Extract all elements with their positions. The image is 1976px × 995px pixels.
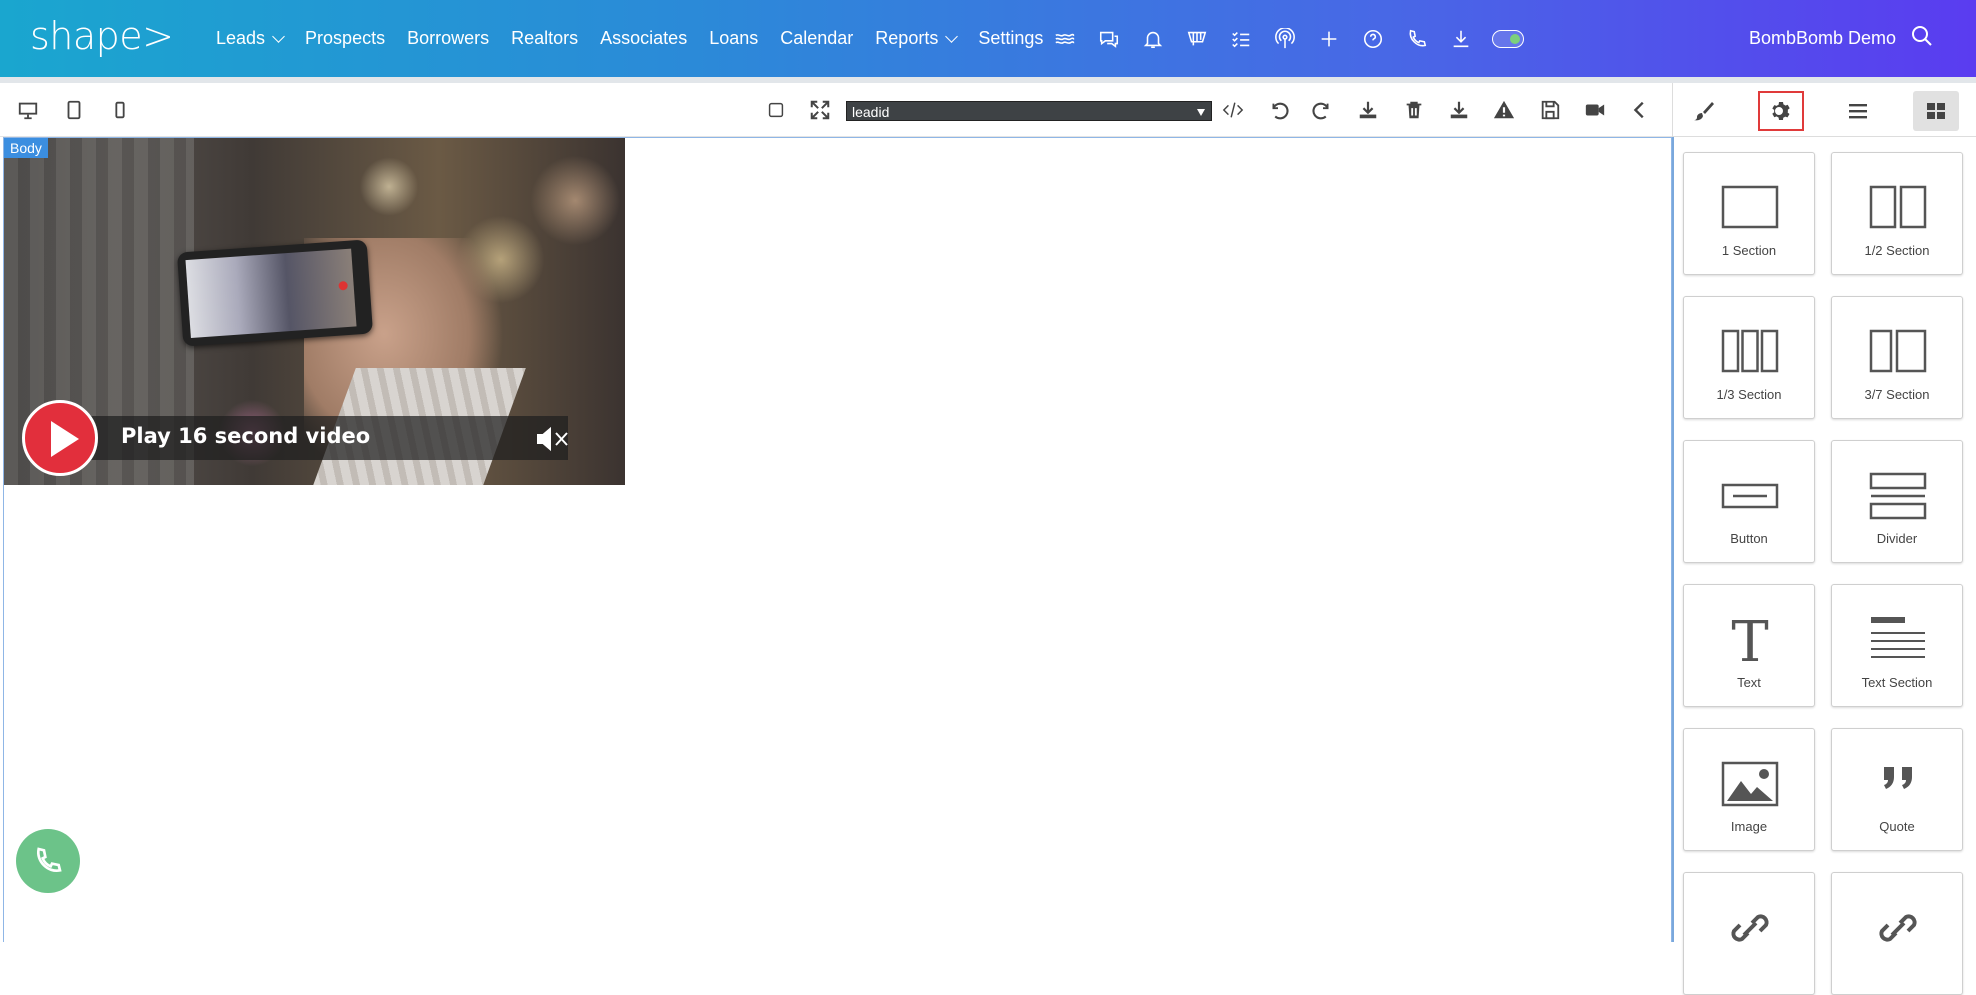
block-text-section[interactable]: Text Section — [1831, 584, 1963, 707]
broadcast-icon[interactable] — [1272, 26, 1298, 52]
button-block-icon — [1721, 483, 1779, 509]
block-link-2[interactable] — [1831, 872, 1963, 995]
block-label: Button — [1730, 531, 1768, 546]
main-menu: Leads Prospects Borrowers Realtors Assoc… — [216, 0, 1065, 77]
top-navigation: shape> Leads Prospects Borrowers Realtor… — [0, 0, 1976, 77]
text-section-icon — [1871, 617, 1925, 658]
block-button[interactable]: Button — [1683, 440, 1815, 563]
block-three-seven-section[interactable]: 3/7 Section — [1831, 296, 1963, 419]
blocks-panel: 1 Section 1/2 Section 1/3 Section 3/7 Se… — [1672, 137, 1976, 995]
block-1-section[interactable]: 1 Section — [1683, 152, 1815, 275]
block-link[interactable] — [1683, 872, 1815, 995]
nav-reports[interactable]: Reports — [875, 28, 959, 49]
link-icon — [1731, 914, 1769, 942]
nav-prospects[interactable]: Prospects — [305, 28, 385, 49]
collapse-icon[interactable] — [1626, 96, 1654, 124]
block-label: 1/2 Section — [1864, 243, 1930, 258]
mute-icon[interactable] — [536, 426, 572, 452]
divider-block-icon — [1869, 472, 1927, 520]
waves-icon[interactable] — [1052, 26, 1078, 52]
block-label: Divider — [1876, 531, 1918, 546]
block-label: 3/7 Section — [1864, 387, 1930, 402]
blocks-icon[interactable] — [1913, 91, 1959, 131]
megaphone-icon[interactable] — [1184, 26, 1210, 52]
three-seven-section-icon — [1869, 329, 1927, 373]
search-icon[interactable] — [1910, 24, 1934, 53]
nav-calendar[interactable]: Calendar — [780, 28, 853, 49]
link-icon — [1879, 914, 1917, 942]
video-icon[interactable] — [1581, 96, 1609, 124]
block-label: 1/3 Section — [1716, 387, 1782, 402]
block-image[interactable]: Image — [1683, 728, 1815, 851]
block-label: Image — [1730, 819, 1768, 834]
svg-text:T: T — [1731, 615, 1768, 665]
video-thumbnail[interactable]: Play 16 second video — [4, 138, 625, 485]
nav-leads[interactable]: Leads — [216, 28, 285, 49]
body-tag: Body — [4, 138, 48, 158]
checklist-icon[interactable] — [1228, 26, 1254, 52]
chat-icon[interactable] — [1096, 26, 1122, 52]
nav-realtors[interactable]: Realtors — [511, 28, 578, 49]
chevron-down-icon — [272, 29, 285, 43]
redo-icon[interactable] — [1309, 96, 1337, 124]
desktop-icon[interactable] — [14, 96, 42, 124]
video-phone — [176, 239, 374, 347]
gear-icon[interactable] — [1758, 91, 1804, 131]
image-block-icon — [1721, 761, 1779, 807]
block-text[interactable]: T Text — [1683, 584, 1815, 707]
download-icon[interactable] — [1448, 26, 1474, 52]
quote-icon — [1884, 767, 1912, 789]
phone-icon[interactable] — [1404, 26, 1430, 52]
fullscreen-icon[interactable] — [806, 96, 834, 124]
phone-call-button[interactable] — [16, 829, 80, 893]
import-icon[interactable] — [1445, 96, 1473, 124]
nav-borrowers[interactable]: Borrowers — [407, 28, 489, 49]
tablet-icon[interactable] — [60, 96, 88, 124]
brush-icon[interactable] — [1681, 91, 1727, 131]
toggle-switch[interactable] — [1492, 29, 1524, 48]
block-label: Text — [1737, 675, 1761, 690]
nav-associates[interactable]: Associates — [600, 28, 687, 49]
code-icon[interactable] — [1219, 96, 1247, 124]
checkbox-icon[interactable] — [762, 96, 790, 124]
block-half-section[interactable]: 1/2 Section — [1831, 152, 1963, 275]
play-button[interactable] — [22, 400, 98, 476]
user-area: BombBomb Demo — [1749, 0, 1934, 77]
block-divider[interactable]: Divider — [1831, 440, 1963, 563]
nav-loans[interactable]: Loans — [709, 28, 758, 49]
block-quote[interactable]: Quote — [1831, 728, 1963, 851]
third-section-icon — [1721, 329, 1779, 373]
text-block-icon: T — [1731, 615, 1768, 665]
warning-icon[interactable] — [1490, 96, 1518, 124]
block-third-section[interactable]: 1/3 Section — [1683, 296, 1815, 419]
merge-field-select[interactable]: leadid — [846, 101, 1212, 121]
video-phone-screen — [185, 248, 357, 338]
plus-icon[interactable] — [1316, 26, 1342, 52]
nav-leads-label: Leads — [216, 28, 266, 48]
nav-reports-label: Reports — [875, 28, 939, 48]
half-section-icon — [1869, 185, 1927, 229]
editor-toolbar — [0, 83, 1672, 137]
mobile-icon[interactable] — [106, 96, 134, 124]
download-icon[interactable] — [1354, 96, 1382, 124]
block-label: Text Section — [1861, 675, 1933, 690]
help-icon[interactable] — [1360, 26, 1386, 52]
nav-icon-bar — [1052, 0, 1524, 77]
phone-icon — [36, 847, 62, 873]
trash-icon[interactable] — [1400, 96, 1428, 124]
one-section-icon — [1721, 185, 1779, 229]
block-label: 1 Section — [1721, 243, 1777, 258]
nav-settings[interactable]: Settings — [978, 28, 1043, 49]
chevron-down-icon — [945, 29, 959, 43]
user-name[interactable]: BombBomb Demo — [1749, 28, 1896, 49]
save-icon[interactable] — [1536, 96, 1564, 124]
bell-icon[interactable] — [1140, 26, 1166, 52]
video-caption: Play 16 second video — [121, 424, 371, 448]
block-label: Quote — [1879, 819, 1915, 834]
logo[interactable]: shape> — [30, 14, 174, 58]
undo-icon[interactable] — [1264, 96, 1292, 124]
panel-tabs — [1672, 83, 1976, 137]
menu-icon[interactable] — [1835, 91, 1881, 131]
